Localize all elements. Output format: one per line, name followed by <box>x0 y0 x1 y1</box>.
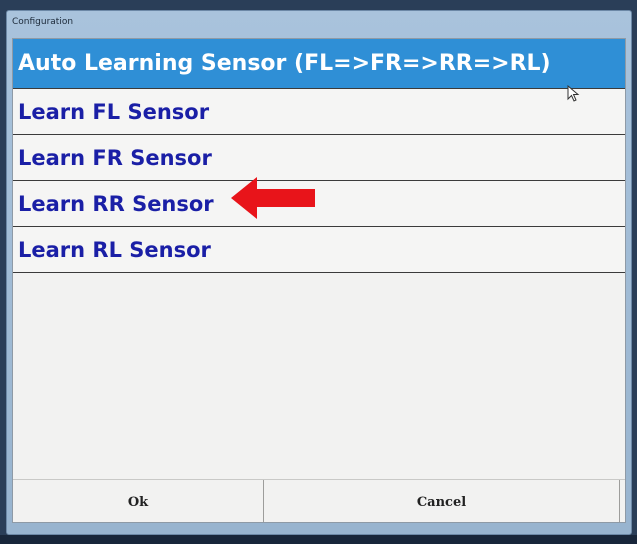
list-item-auto-learning-sensor[interactable]: Auto Learning Sensor (FL=>FR=>RR=>RL) <box>13 39 625 89</box>
list-item-label: Learn FL Sensor <box>18 99 210 124</box>
list-item-learn-rl-sensor[interactable]: Learn RL Sensor <box>13 227 625 273</box>
dialog-button-bar: Ok Cancel <box>13 479 625 522</box>
mouse-pointer-icon <box>567 85 580 102</box>
list-item-label: Learn RR Sensor <box>18 191 214 216</box>
taskbar <box>0 535 637 544</box>
list-item-label: Learn RL Sensor <box>18 237 211 262</box>
list-item-label: Auto Learning Sensor (FL=>FR=>RR=>RL) <box>18 51 551 76</box>
ok-button[interactable]: Ok <box>13 480 264 522</box>
window-title: Configuration <box>12 17 74 27</box>
list-item-learn-fr-sensor[interactable]: Learn FR Sensor <box>13 135 625 181</box>
list-item-learn-fl-sensor[interactable]: Learn FL Sensor <box>13 89 625 135</box>
list-item-label: Learn FR Sensor <box>18 145 212 170</box>
sensor-list: Auto Learning Sensor (FL=>FR=>RR=>RL) Le… <box>13 39 625 273</box>
cancel-button[interactable]: Cancel <box>264 480 620 522</box>
screen: Configuration Auto Learning Sensor (FL=>… <box>0 0 637 544</box>
configuration-window: Configuration Auto Learning Sensor (FL=>… <box>6 10 632 535</box>
list-item-learn-rr-sensor[interactable]: Learn RR Sensor <box>13 181 625 227</box>
red-arrow-icon <box>231 177 315 219</box>
dialog-content: Auto Learning Sensor (FL=>FR=>RR=>RL) Le… <box>12 38 626 523</box>
title-bar[interactable]: Configuration <box>7 11 631 35</box>
